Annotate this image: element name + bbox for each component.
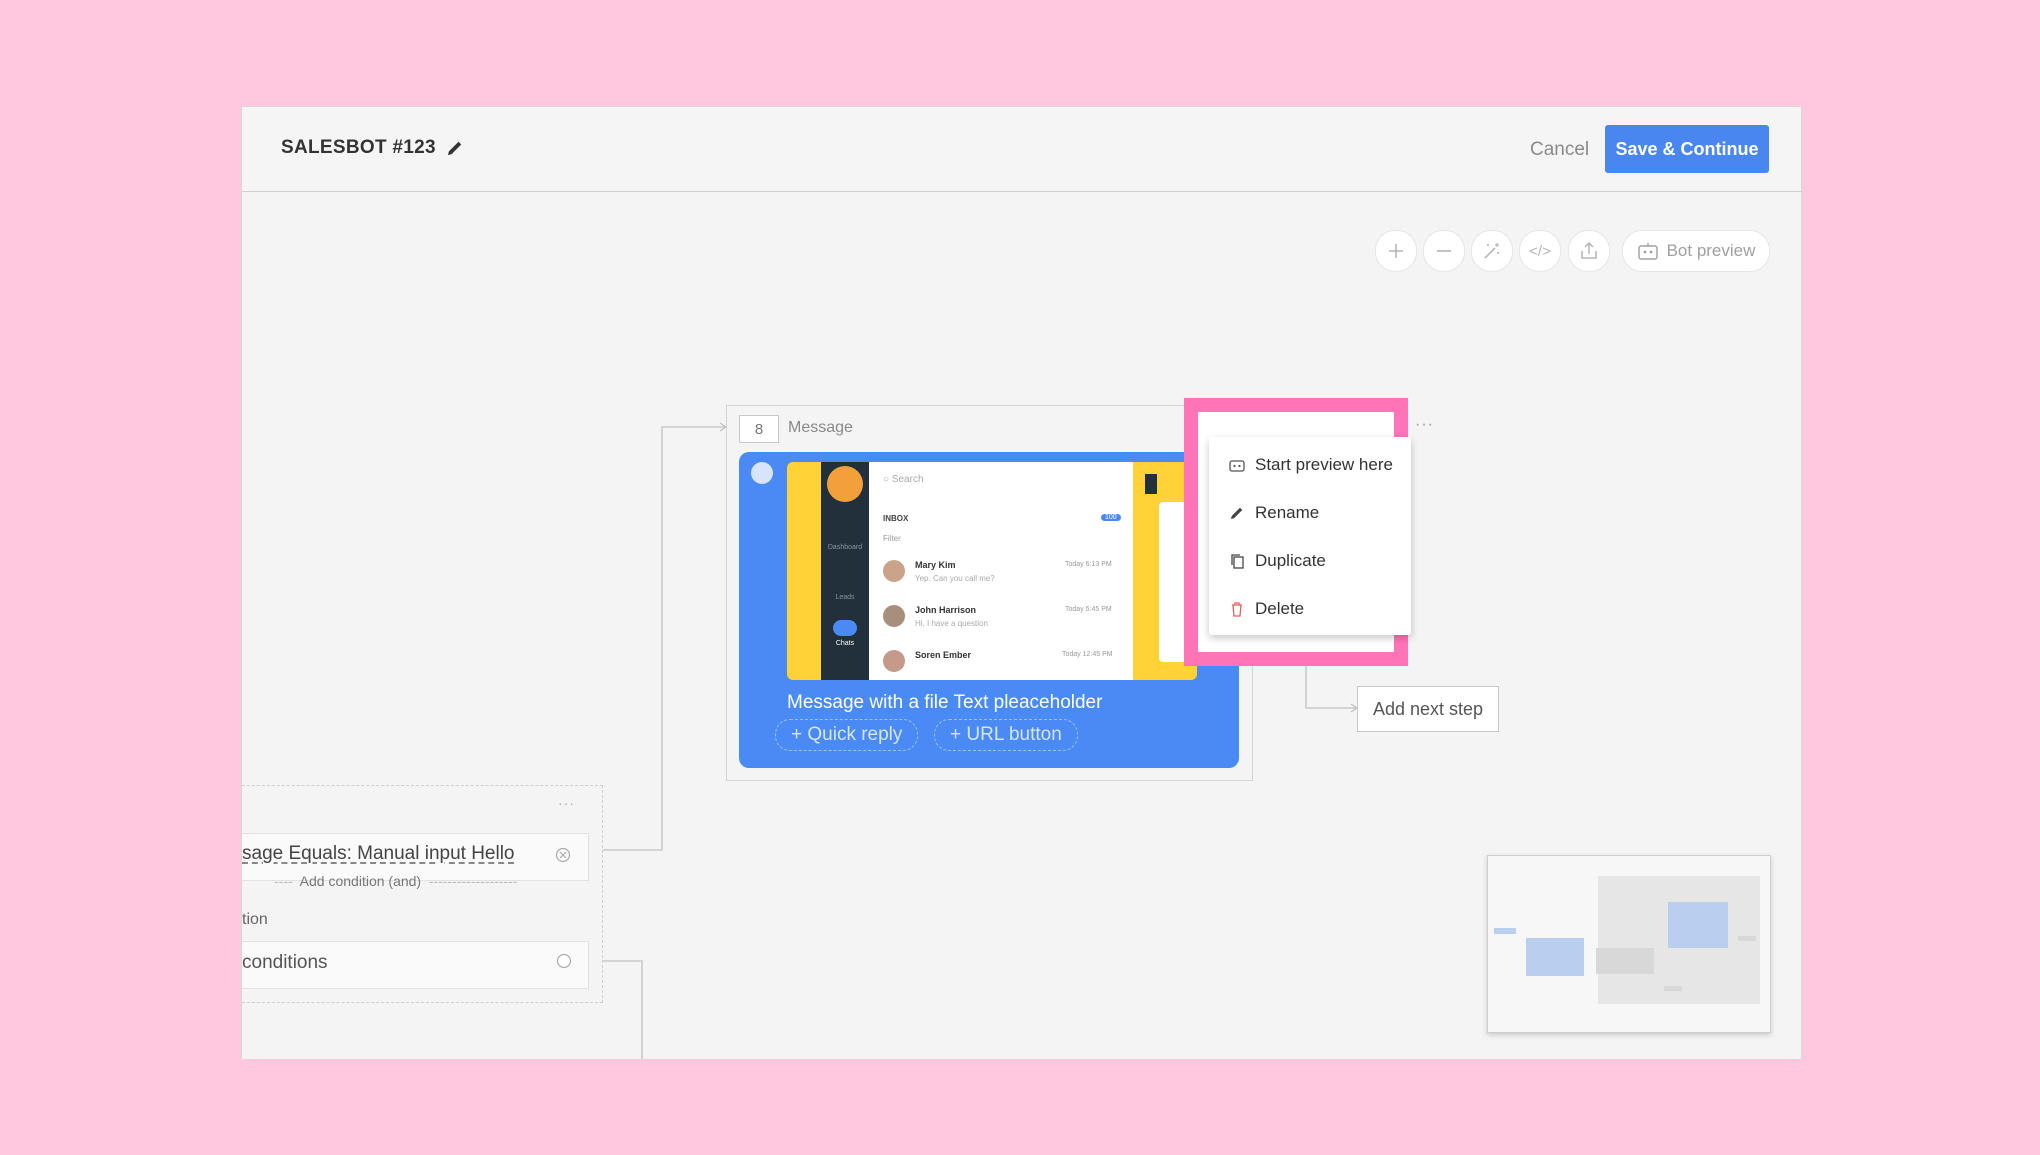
menu-duplicate[interactable]: Duplicate (1209, 541, 1411, 581)
preview-search-text: Search (891, 474, 924, 485)
preview-chat-avatar (883, 560, 905, 582)
step-menu-dots[interactable]: ··· (1415, 416, 1434, 434)
preview-chat-avatar (883, 605, 905, 627)
editor-window: SALESBOT #123 Cancel Save & Continue </> (241, 106, 1802, 1059)
preview-inbox-label: INBOX (883, 514, 909, 523)
url-button[interactable]: + URL button (934, 719, 1078, 751)
preview-chat-avatar (883, 650, 905, 672)
condition-partial-label: tion (242, 911, 268, 928)
output-port-icon[interactable] (556, 953, 572, 969)
menu-rename[interactable]: Rename (1209, 493, 1411, 533)
menu-start-preview-label: Start preview here (1255, 455, 1393, 474)
menu-delete-label: Delete (1255, 599, 1305, 618)
preview-sidebar: Dashboard Leads Chats (821, 462, 869, 680)
message-step-card[interactable]: 8 Message Dashboard Leads Chats ○ Search… (726, 405, 1253, 781)
bot-avatar-icon (751, 462, 773, 484)
menu-rename-label: Rename (1255, 503, 1320, 522)
menu-duplicate-label: Duplicate (1255, 551, 1326, 570)
preview-chat-preview: Hi, I have a question (915, 619, 988, 628)
menu-start-preview[interactable]: Start preview here (1209, 445, 1411, 485)
step-type-label: Message (788, 419, 853, 436)
preview-collapse-arrow (1145, 474, 1157, 494)
message-bubble[interactable]: Dashboard Leads Chats ○ Search INBOX 100… (739, 452, 1239, 768)
preview-sidebar-leads: Leads (835, 594, 855, 601)
preview-chat-name: John Harrison (915, 605, 977, 615)
preview-sidebar-chats: Chats (835, 640, 855, 647)
preview-chat-time: Today 5:45 PM (1065, 606, 1112, 613)
copy-icon (1231, 554, 1244, 569)
add-condition-dash-left: ---- (274, 873, 297, 889)
preview-sidebar-dashboard: Dashboard (827, 544, 863, 551)
minimap-node (1738, 936, 1756, 941)
preview-filter-label: Filter (883, 534, 901, 543)
preview-search: ○ Search (883, 474, 924, 485)
minimap-node (1668, 902, 1728, 948)
preview-chat-preview: Yep. Can you call me? (915, 574, 995, 583)
trash-icon (1232, 602, 1242, 617)
condition-text[interactable]: sage Equals: Manual input Hello (242, 843, 515, 865)
pencil-icon (1231, 507, 1243, 519)
menu-delete[interactable]: Delete (1209, 589, 1411, 629)
bot-icon (1229, 460, 1245, 472)
add-next-step-button[interactable]: Add next step (1357, 686, 1499, 732)
preview-chat-name: Mary Kim (915, 560, 956, 570)
add-condition-link[interactable]: ---- Add condition (and) ---------------… (274, 873, 517, 889)
preview-chat-list: ○ Search INBOX 100 Filter Mary Kim Today… (869, 462, 1133, 680)
message-text[interactable]: Message with a file Text pleaceholder (787, 692, 1102, 714)
preview-chat-time: Today 6:13 PM (1065, 561, 1112, 568)
minimap[interactable] (1487, 855, 1771, 1033)
preview-search-icon: ○ (883, 474, 892, 485)
preview-avatar (827, 466, 863, 502)
quick-reply-button[interactable]: + Quick reply (775, 719, 919, 751)
add-condition-label: Add condition (and) (299, 873, 422, 889)
preview-inbox-count: 100 (1101, 514, 1121, 521)
file-image-preview[interactable]: Dashboard Leads Chats ○ Search INBOX 100… (787, 462, 1197, 680)
minimap-node (1526, 938, 1584, 976)
minimap-node (1494, 928, 1516, 934)
step-number: 8 (739, 415, 779, 443)
fallback-conditions-text: conditions (242, 952, 328, 973)
add-condition-dash-right: ------------------- (424, 873, 518, 889)
preview-chat-name: Soren Ember (915, 650, 972, 660)
minimap-node (1664, 986, 1682, 991)
condition-step-menu-dots[interactable]: ··· (558, 795, 575, 811)
minimap-node (1596, 948, 1654, 974)
preview-chat-icon (833, 620, 857, 636)
step-context-menu: Start preview here Rename Duplicate Dele… (1209, 437, 1411, 635)
remove-condition-icon[interactable] (555, 847, 571, 863)
preview-chat-time: Today 12:45 PM (1062, 651, 1113, 658)
